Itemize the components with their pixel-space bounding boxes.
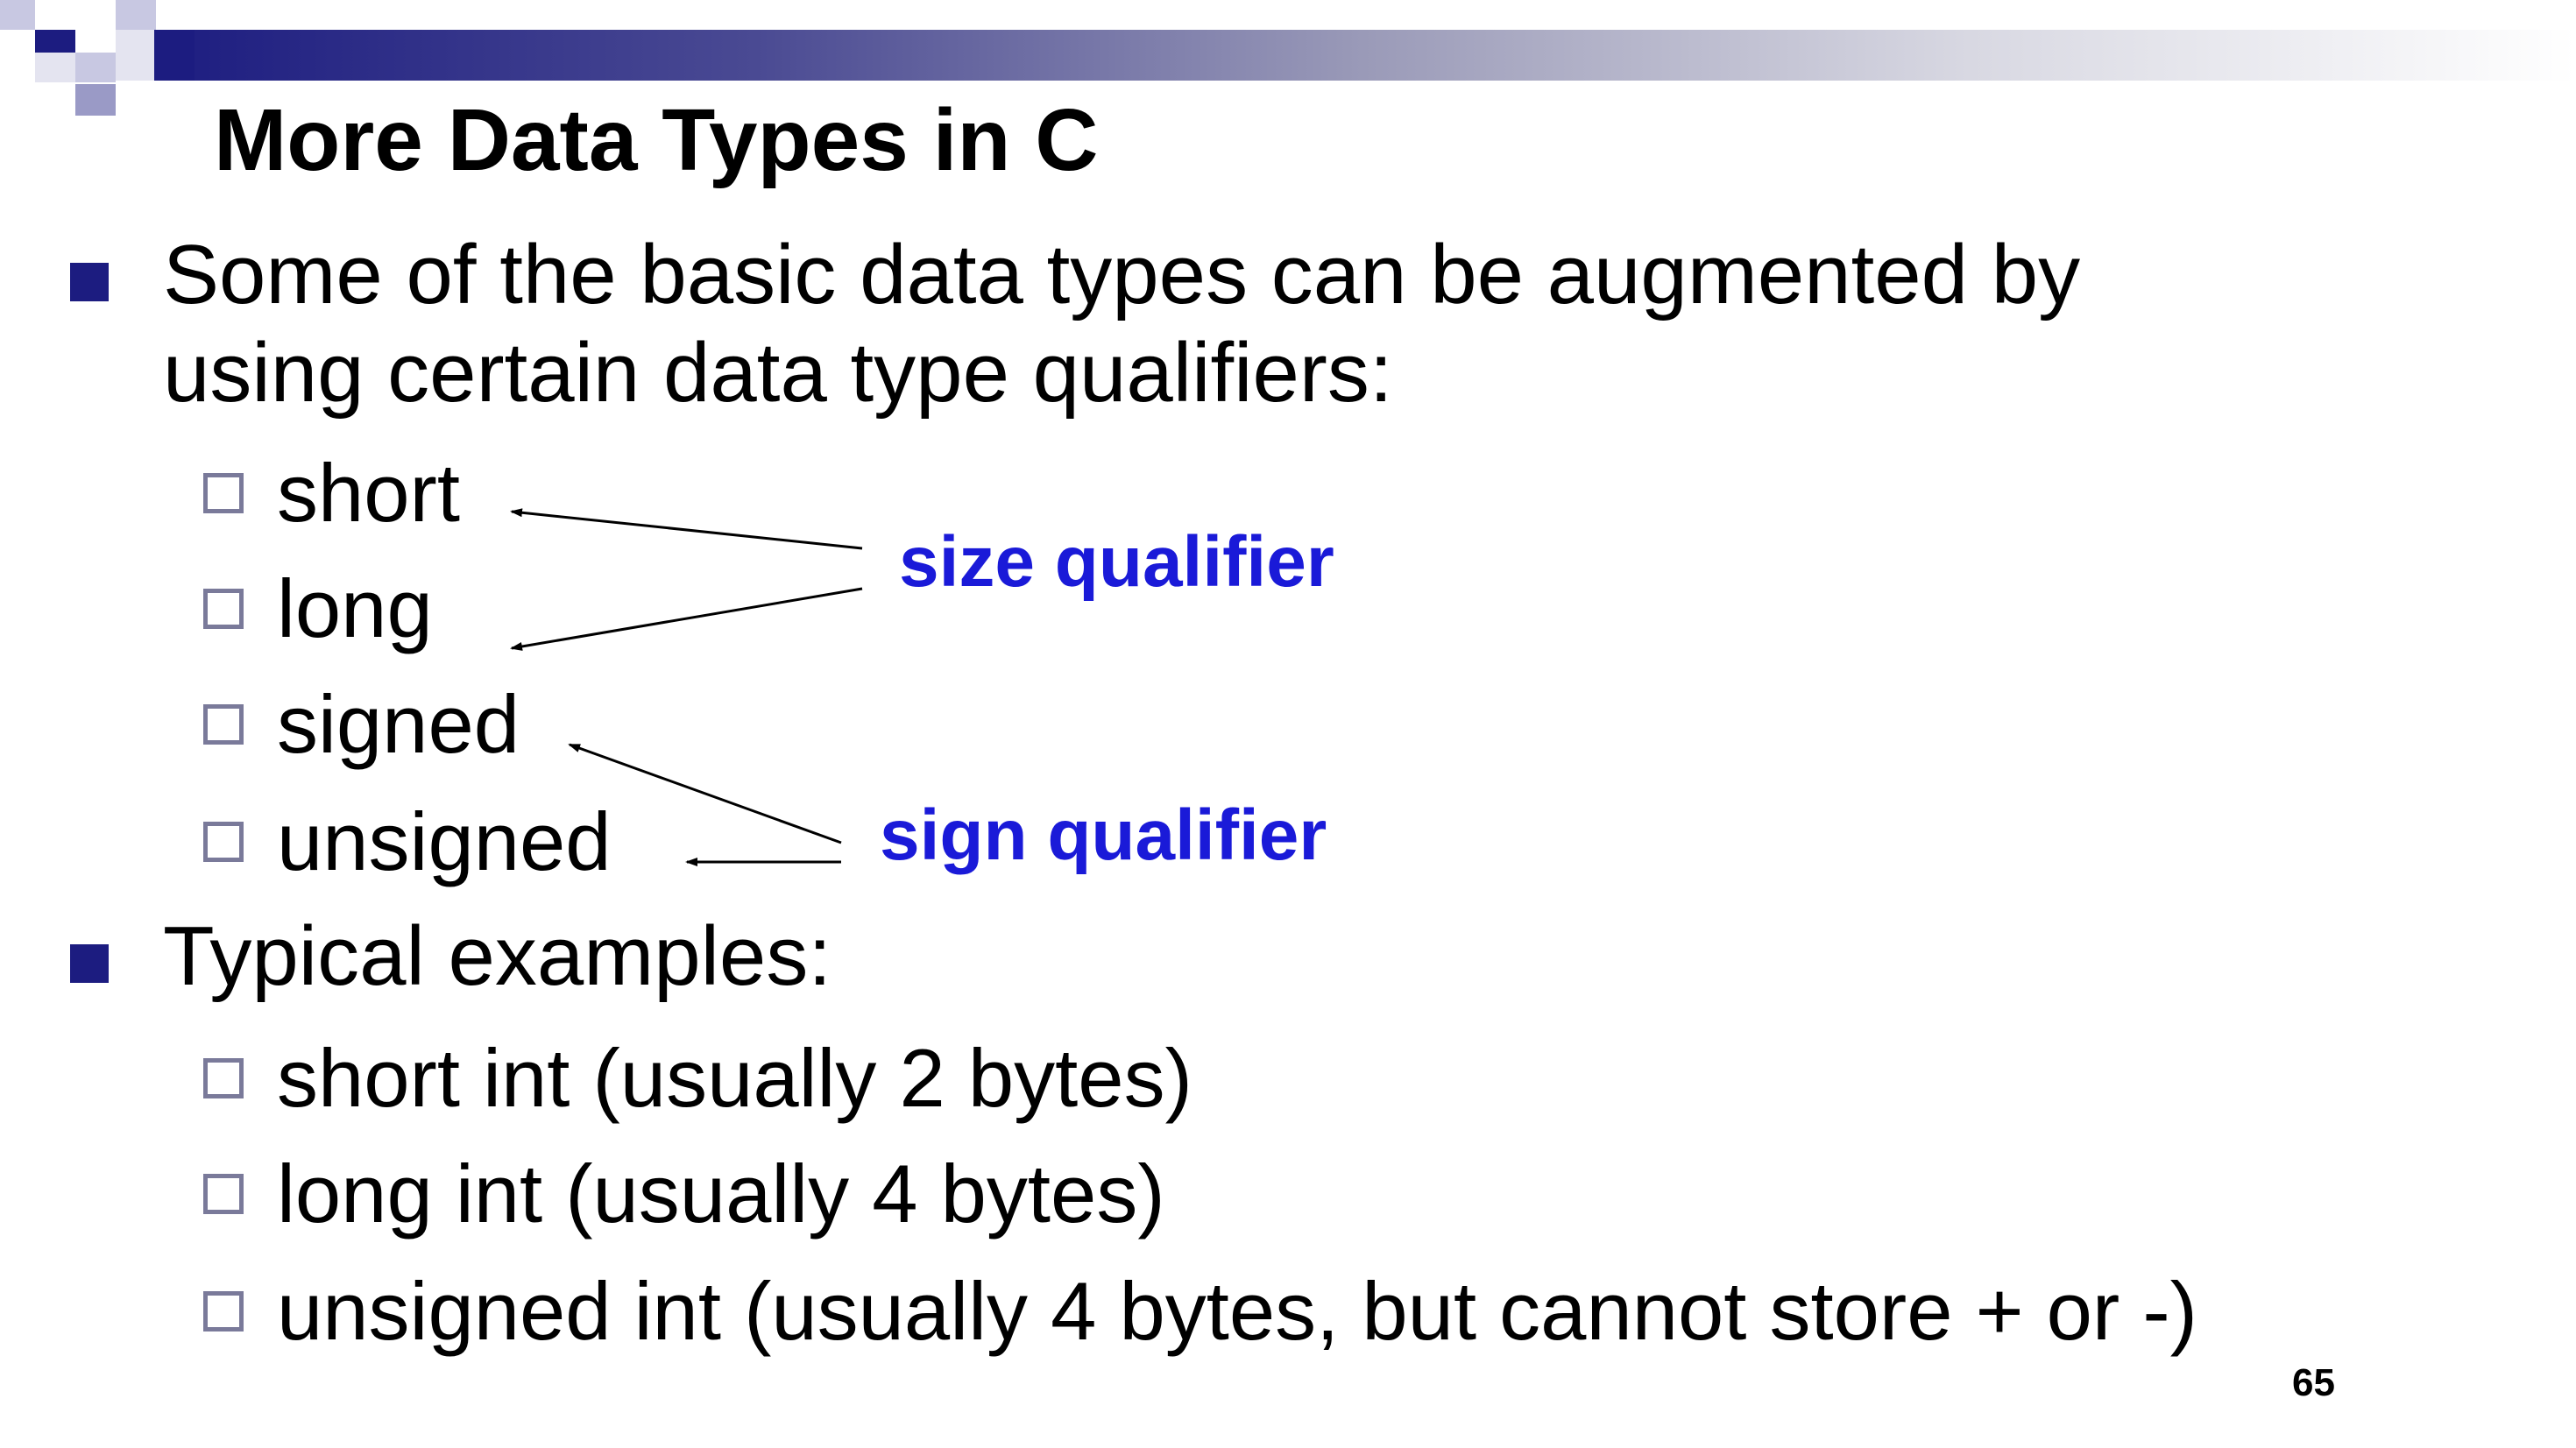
bullet-text-line: Typical examples: <box>163 909 832 1003</box>
qualifier-item: signed <box>277 678 520 770</box>
checkbox-icon <box>203 822 244 862</box>
decor-square <box>35 53 75 82</box>
example-item: short int (usually 2 bytes) <box>277 1032 1192 1124</box>
header-gradient-bar <box>149 30 2576 81</box>
decor-square <box>116 0 156 30</box>
example-item: long int (usually 4 bytes) <box>277 1148 1165 1240</box>
checkbox-icon <box>203 1174 244 1214</box>
qualifier-item: unsigned <box>277 795 612 887</box>
checkbox-icon <box>203 473 244 513</box>
decor-square <box>116 30 154 81</box>
arrow-to-short <box>510 508 863 550</box>
arrow-to-long <box>510 587 863 651</box>
bullet-text-line: using certain data type qualifiers: <box>163 326 1393 420</box>
size-qualifier-label: size qualifier <box>899 522 1334 602</box>
qualifier-item: long <box>277 562 433 654</box>
decor-square <box>75 84 116 116</box>
bullet-square-icon <box>70 263 109 301</box>
decor-square <box>75 53 116 82</box>
checkbox-icon <box>203 589 244 629</box>
example-item: unsigned int (usually 4 bytes, but canno… <box>277 1265 2197 1357</box>
decor-square <box>35 30 75 53</box>
bullet-text-line: Some of the basic data types can be augm… <box>163 228 2081 321</box>
slide-title: More Data Types in C <box>214 91 1099 189</box>
qualifier-item: short <box>277 447 460 539</box>
checkbox-icon <box>203 1291 244 1331</box>
decor-square <box>154 30 195 81</box>
checkbox-icon <box>203 704 244 745</box>
checkbox-icon <box>203 1058 244 1098</box>
bullet-square-icon <box>70 944 109 983</box>
page-number: 65 <box>2292 1361 2335 1404</box>
decor-square <box>0 0 35 30</box>
slide: More Data Types in C Some of the basic d… <box>0 0 2576 1448</box>
sign-qualifier-label: sign qualifier <box>880 795 1327 875</box>
